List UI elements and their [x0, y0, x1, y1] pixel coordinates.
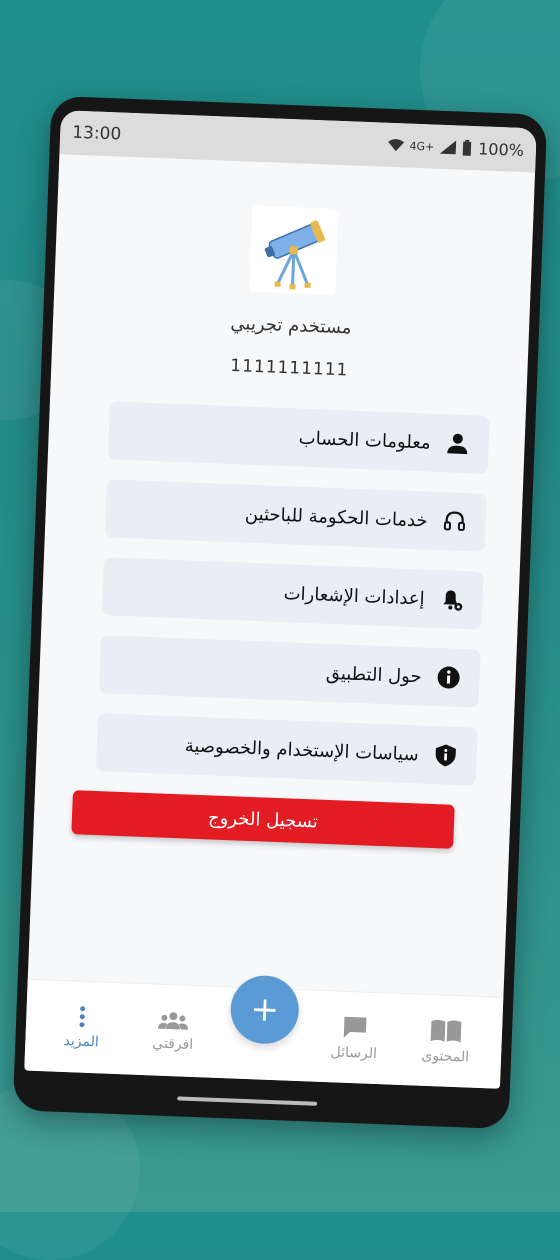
- add-button[interactable]: +: [229, 973, 301, 1045]
- book-icon: [430, 1019, 462, 1042]
- menu-item-about-app[interactable]: حول التطبيق: [98, 635, 481, 708]
- nav-label: المحتوى: [421, 1047, 470, 1066]
- menu-item-account-info[interactable]: معلومات الحساب: [107, 401, 490, 474]
- signal-icon: [439, 140, 457, 155]
- nav-label: الرسائل: [330, 1043, 378, 1062]
- menu-item-label: إعدادات الإشعارات: [283, 582, 426, 610]
- phone-frame: 13:00 4G+ 100% مستخدم تجريبي 1111111111 …: [12, 95, 548, 1130]
- nav-item-messages[interactable]: الرسائل: [318, 1013, 390, 1062]
- profile-section: مستخدم تجريبي 1111111111: [51, 198, 533, 387]
- group-icon: [158, 1011, 189, 1030]
- app-screen: 13:00 4G+ 100% مستخدم تجريبي 1111111111 …: [24, 110, 537, 1089]
- wifi-icon: [387, 139, 404, 152]
- menu-item-label: سياسات الإستخدام والخصوصية: [184, 734, 420, 765]
- menu-item-privacy-policy[interactable]: سياسات الإستخدام والخصوصية: [95, 713, 478, 786]
- avatar: [249, 205, 339, 295]
- nav-item-content[interactable]: المحتوى: [410, 1017, 482, 1066]
- person-icon: [444, 430, 471, 457]
- user-name: مستخدم تجريبي: [230, 312, 352, 339]
- bottom-navigation: المزيد افرقتي + الرسائل المحتوى: [24, 973, 504, 1089]
- status-icons: 4G+ 100%: [387, 135, 525, 160]
- home-indicator: [177, 1096, 318, 1106]
- menu-item-government-services[interactable]: خدمات الحكومة للباحثين: [104, 479, 487, 552]
- menu-item-notification-settings[interactable]: إعدادات الإشعارات: [101, 557, 484, 630]
- menu-item-label: حول التطبيق: [325, 662, 423, 687]
- chat-icon: [343, 1016, 367, 1038]
- nav-item-teams[interactable]: افرقتي: [137, 1008, 209, 1053]
- battery-icon: [462, 139, 472, 156]
- nav-label: المزيد: [63, 1032, 100, 1050]
- menu-item-label: معلومات الحساب: [298, 427, 432, 454]
- settings-menu: معلومات الحساب خدمات الحكومة للباحثين إع…: [95, 401, 490, 786]
- status-time: 13:00: [71, 122, 122, 145]
- status-bar: 13:00 4G+ 100%: [59, 110, 537, 173]
- telescope-icon: [264, 220, 326, 290]
- menu-item-label: خدمات الحكومة للباحثين: [244, 503, 429, 532]
- logout-button[interactable]: تسجيل الخروج: [71, 790, 455, 849]
- nav-item-more[interactable]: المزيد: [46, 1004, 118, 1051]
- user-id: 1111111111: [229, 355, 349, 381]
- info-icon: [435, 664, 462, 691]
- nav-label: افرقتي: [152, 1034, 194, 1053]
- bell-settings-icon: [438, 586, 465, 613]
- network-label: 4G+: [409, 139, 435, 154]
- shield-info-icon: [432, 742, 459, 769]
- more-vert-icon: [79, 1005, 85, 1027]
- headset-icon: [441, 508, 468, 535]
- battery-level: 100%: [477, 138, 525, 160]
